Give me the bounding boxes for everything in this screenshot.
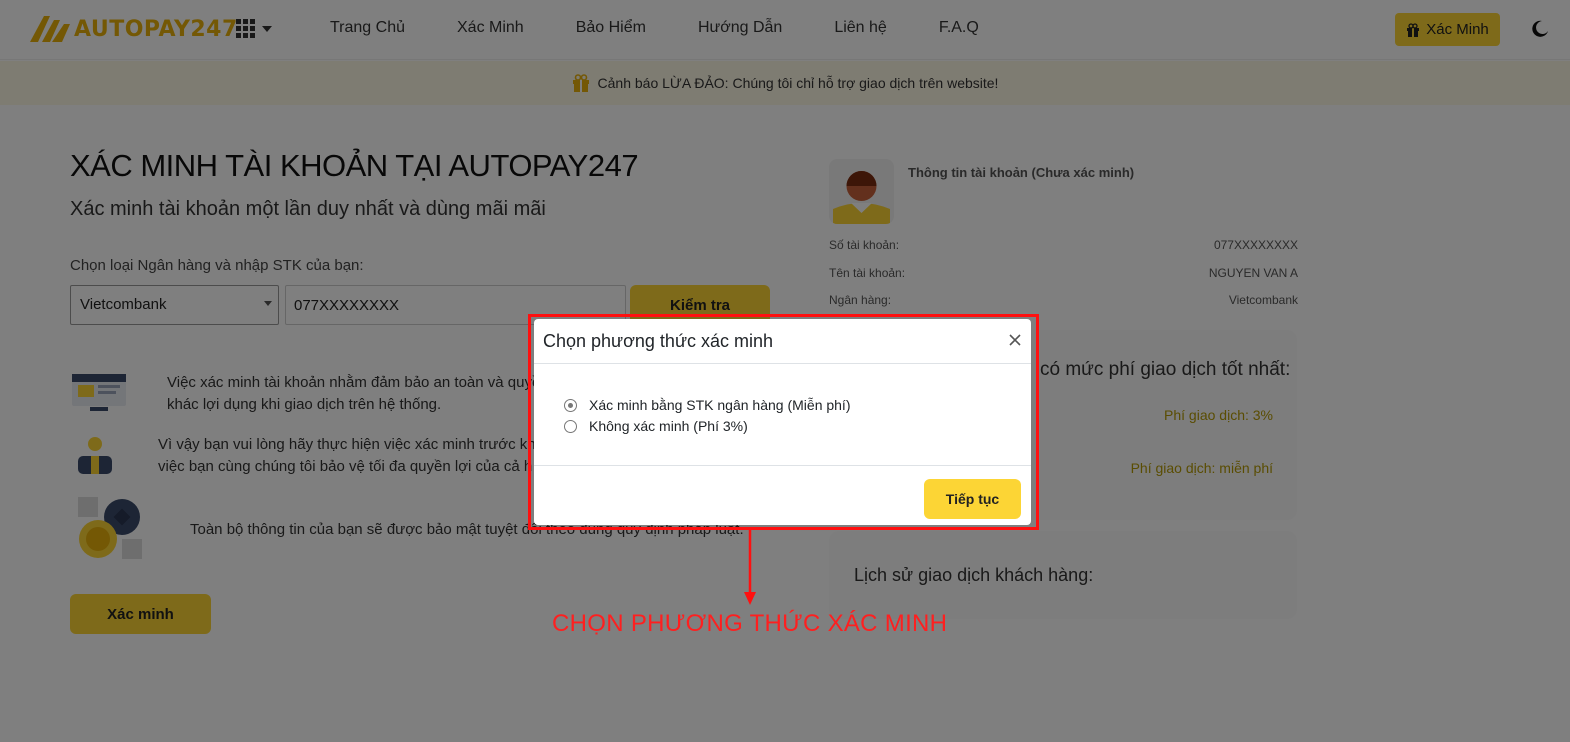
radio-bank-verify[interactable] (564, 398, 577, 412)
option-no-verify-label: Không xác minh (Phí 3%) (589, 418, 748, 434)
annotation-arrow-icon (744, 530, 756, 605)
verify-method-modal: Chọn phương thức xác minh Xác minh bằng … (534, 319, 1031, 525)
close-icon[interactable] (1008, 333, 1022, 347)
modal-header: Chọn phương thức xác minh (534, 319, 1031, 364)
option-no-verify[interactable]: Không xác minh (Phí 3%) (564, 418, 748, 434)
modal-footer: Tiếp tục (534, 465, 1031, 525)
modal-title: Chọn phương thức xác minh (543, 331, 774, 351)
annotation-label: CHỌN PHƯƠNG THỨC XÁC MINH (552, 610, 948, 637)
option-bank-verify-label: Xác minh bằng STK ngân hàng (Miễn phí) (589, 397, 851, 413)
option-bank-verify[interactable]: Xác minh bằng STK ngân hàng (Miễn phí) (564, 397, 851, 413)
continue-button[interactable]: Tiếp tục (924, 479, 1021, 519)
radio-no-verify[interactable] (564, 419, 577, 433)
